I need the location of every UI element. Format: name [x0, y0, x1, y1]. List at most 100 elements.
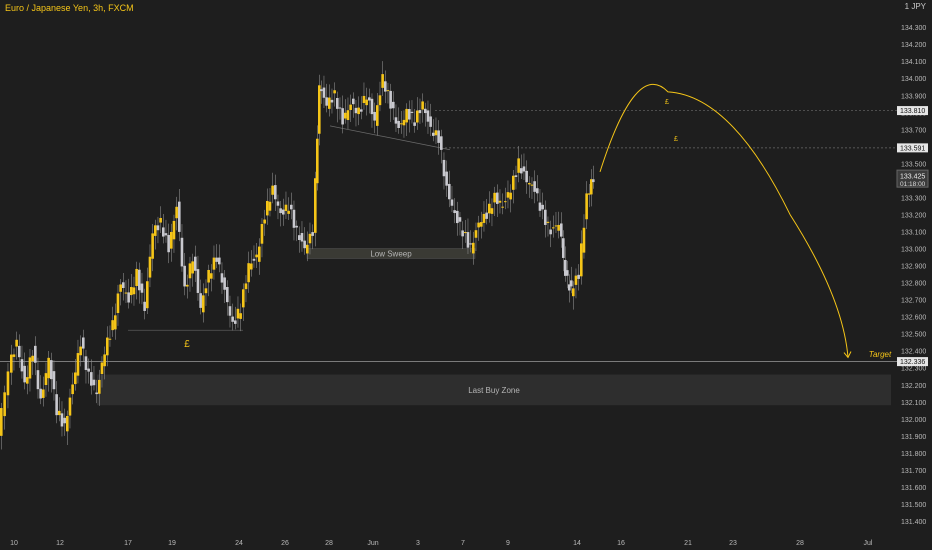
candle-body — [530, 184, 534, 186]
candle-body — [260, 223, 264, 244]
y-tick-label: 133.300 — [901, 195, 926, 202]
x-tick-label: 19 — [168, 540, 176, 547]
candle-body — [533, 181, 536, 192]
annotation-1: £ — [184, 339, 190, 350]
candle-body — [300, 233, 304, 242]
candle-body — [84, 356, 88, 370]
candle-body — [172, 220, 176, 240]
candle-body — [202, 295, 205, 313]
candle-body — [472, 242, 475, 254]
candle-body — [562, 238, 565, 258]
candle-body — [560, 223, 563, 237]
x-tick-label: 16 — [617, 540, 625, 547]
price-chart[interactable]: Low Sweep Last Buy Zone 134.300 134.200 134… — [0, 0, 932, 550]
x-tick-label: 17 — [124, 540, 132, 547]
candle-body — [282, 209, 285, 215]
candle-body — [303, 240, 306, 249]
candle-body — [397, 120, 400, 129]
candle-body — [180, 237, 184, 267]
candle-body — [477, 222, 480, 228]
candle-body — [346, 110, 350, 121]
annotation-2: £ — [665, 99, 669, 106]
candle-body — [74, 372, 77, 385]
candle-body — [585, 193, 588, 220]
candle-body — [577, 274, 580, 279]
candle-body — [236, 308, 240, 319]
candle-body — [424, 108, 427, 114]
candle-body — [170, 231, 173, 249]
candle-body — [159, 217, 162, 223]
y-tick-label: 132.500 — [901, 332, 926, 339]
candle-body — [42, 389, 45, 398]
candle-body — [92, 379, 96, 386]
candle-body — [373, 111, 376, 121]
candle-body — [276, 201, 280, 206]
x-tick-label: 9 — [506, 540, 510, 547]
candle-body — [453, 210, 456, 214]
candle-body — [413, 122, 416, 126]
candle-body — [68, 397, 72, 416]
y-tick-label: 131.500 — [901, 502, 926, 509]
candle-body — [394, 117, 398, 124]
candle-body — [226, 287, 229, 303]
candle-body — [287, 210, 290, 214]
candle-body — [469, 243, 472, 245]
y-tick-label: 134.300 — [901, 25, 926, 32]
y-tick-label: 132.700 — [901, 298, 926, 305]
candle-body — [440, 136, 443, 150]
annotation-3: £ — [674, 136, 678, 143]
candle-body — [114, 315, 117, 330]
candle-body — [50, 360, 53, 380]
candle-body — [295, 225, 298, 228]
y-tick-label: 133.000 — [901, 247, 926, 254]
candle-body — [580, 243, 583, 277]
candle-body — [242, 289, 245, 308]
candle-body — [188, 263, 192, 279]
x-tick-label: 7 — [461, 540, 465, 547]
candle-body — [338, 107, 342, 109]
candle-body — [506, 192, 510, 198]
x-tick-label: Jul — [864, 540, 873, 547]
candle-body — [514, 175, 518, 177]
candle-body — [31, 355, 34, 362]
candle-body — [186, 284, 189, 287]
candle-body — [100, 362, 104, 374]
candle-body — [162, 227, 165, 237]
candle-body — [311, 232, 314, 236]
candle-body — [501, 206, 504, 208]
candle-body — [127, 292, 130, 303]
candle-body — [55, 394, 58, 416]
y-tick-label: 132.200 — [901, 383, 926, 390]
candle-body — [6, 371, 10, 396]
candle-body — [132, 287, 136, 295]
annotation-4: Target — [869, 350, 892, 359]
candle-body — [36, 370, 40, 390]
candle-body — [328, 97, 331, 109]
candle-body — [349, 104, 352, 110]
candle-body — [116, 293, 120, 314]
y-tick-label: 133.100 — [901, 229, 926, 236]
candle-body — [146, 281, 149, 309]
y-tick-label: 133.700 — [901, 127, 926, 134]
candle-body — [308, 233, 312, 244]
candle-body — [362, 95, 366, 104]
price-tag-label: 133.425 — [900, 174, 925, 181]
candle-body — [546, 221, 550, 223]
candle-body — [143, 301, 146, 311]
candle-body — [239, 313, 242, 319]
candle-body — [82, 337, 85, 349]
candle-body — [381, 74, 384, 88]
candle-body — [111, 320, 114, 331]
low-sweep-zone-label: Low Sweep — [370, 250, 412, 259]
candle-body — [352, 98, 355, 105]
countdown-label: 01:18:00 — [900, 181, 926, 188]
candle-body — [164, 233, 168, 236]
candle-body — [549, 229, 552, 235]
candle-body — [204, 288, 208, 294]
currency-label: 1 JPY — [905, 2, 926, 11]
candle-body — [215, 257, 218, 262]
candle-body — [426, 110, 430, 122]
y-tick-label: 133.500 — [901, 161, 926, 168]
candle-body — [263, 219, 266, 224]
candle-body — [474, 230, 478, 238]
